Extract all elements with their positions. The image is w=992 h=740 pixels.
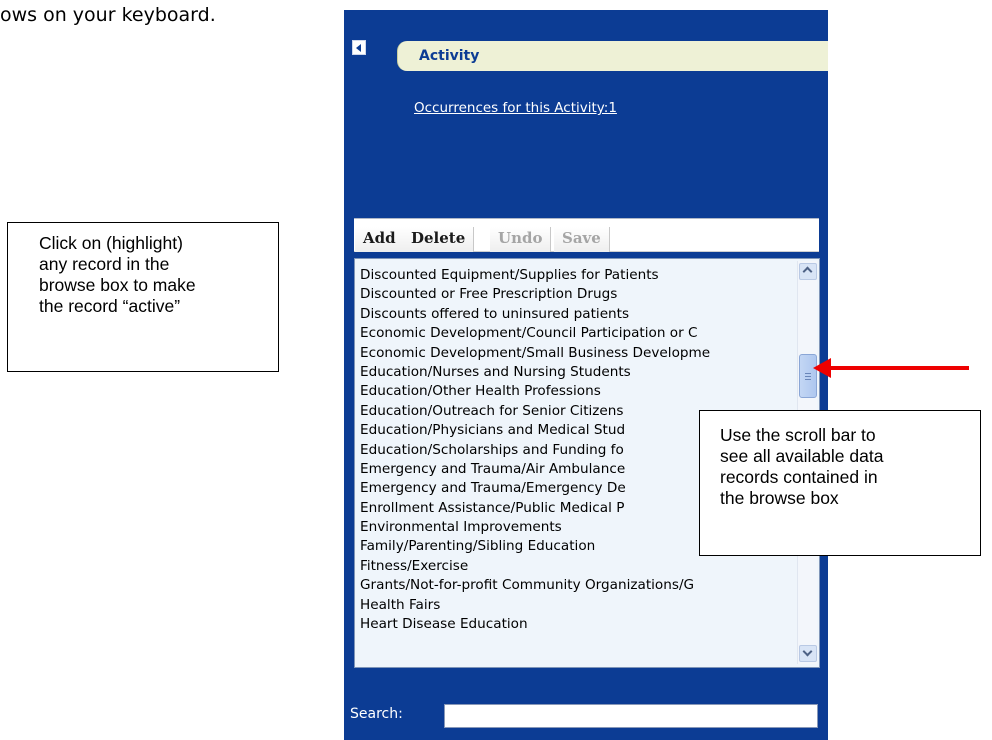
list-item[interactable]: Discounted Equipment/Supplies for Patien… (360, 266, 790, 285)
list-item[interactable]: Economic Development/Council Participati… (360, 324, 790, 343)
red-arrow-shaft (829, 366, 969, 370)
activity-tab-label: Activity (419, 48, 480, 64)
callout-line: Click on (highlight) (39, 233, 183, 253)
chevron-down-icon[interactable] (799, 645, 817, 662)
callout-line: the record “active” (39, 296, 181, 316)
record-toolbar: Add Delete Undo Save (354, 218, 819, 252)
occurrences-link[interactable]: Occurrences for this Activity:1 (414, 100, 617, 116)
list-item[interactable]: Discounts offered to uninsured patients (360, 305, 790, 324)
callout-line: the browse box (720, 488, 839, 508)
delete-button[interactable]: Delete (403, 227, 475, 252)
list-item[interactable]: Discounted or Free Prescription Drugs (360, 285, 790, 304)
list-item[interactable]: Economic Development/Small Business Deve… (360, 344, 790, 363)
search-input[interactable] (444, 704, 818, 728)
chevron-up-icon[interactable] (799, 263, 817, 280)
activity-tab[interactable]: Activity (397, 41, 828, 71)
callout-line: browse box to make (39, 275, 196, 295)
callout-line: see all available data (720, 446, 884, 466)
list-item[interactable]: Health Fairs (360, 596, 790, 615)
add-button[interactable]: Add (355, 227, 405, 252)
collapse-left-icon[interactable] (352, 40, 366, 55)
list-item[interactable]: Grants/Not-for-profit Community Organiza… (360, 576, 790, 595)
list-item[interactable]: Education/Nurses and Nursing Students (360, 363, 790, 382)
grip-line (805, 379, 811, 380)
instruction-text: ows on your keyboard. (0, 4, 216, 26)
callout-line: any record in the (39, 254, 170, 274)
callout-scroll-bar: Use the scroll bar to see all available … (699, 410, 981, 556)
undo-button[interactable]: Undo (490, 227, 552, 252)
red-arrow-icon (813, 358, 831, 378)
callout-line: records contained in (720, 467, 878, 487)
callout-highlight-record: Click on (highlight) any record in the b… (7, 222, 279, 372)
grip-line (805, 373, 811, 374)
activity-panel: Activity Occurrences for this Activity:1… (344, 10, 828, 740)
list-item[interactable]: Heart Disease Education (360, 615, 790, 634)
list-item[interactable]: Fitness/Exercise (360, 557, 790, 576)
list-item[interactable]: Education/Other Health Professions (360, 382, 790, 401)
save-button[interactable]: Save (554, 227, 610, 252)
grip-line (805, 376, 811, 377)
search-label: Search: (350, 706, 403, 722)
callout-line: Use the scroll bar to (720, 425, 876, 445)
